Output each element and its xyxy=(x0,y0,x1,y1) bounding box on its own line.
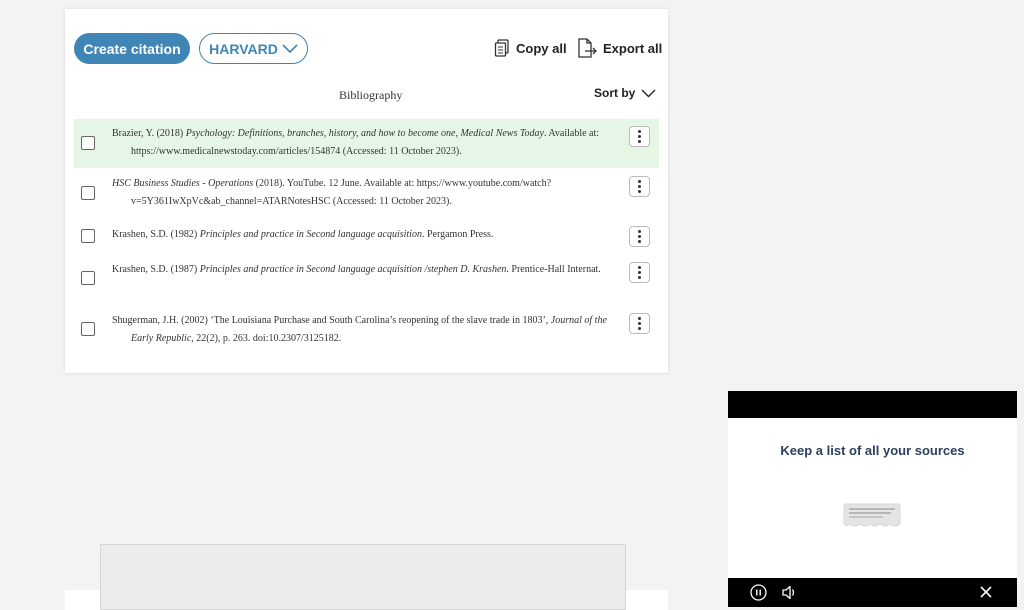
citation-menu-button[interactable] xyxy=(629,313,650,334)
citation-checkbox[interactable] xyxy=(81,322,95,336)
chevron-down-icon xyxy=(641,89,656,97)
copy-all-button[interactable]: Copy all xyxy=(494,37,567,59)
chevron-down-icon xyxy=(282,43,298,53)
citation-text: HSC Business Studies - Operations (2018)… xyxy=(112,178,552,207)
citation-checkbox[interactable] xyxy=(81,229,95,243)
bibliography-card: Create citation HARVARD Copy all Export … xyxy=(65,9,668,373)
citation-menu-button[interactable] xyxy=(629,262,650,283)
citation-menu-button[interactable] xyxy=(629,176,650,197)
citation-checkbox[interactable] xyxy=(81,136,95,150)
citation-row[interactable]: Brazier, Y. (2018) Psychology: Definitio… xyxy=(74,119,659,168)
kebab-menu-icon xyxy=(638,180,641,183)
citation-list: Brazier, Y. (2018) Psychology: Definitio… xyxy=(74,119,659,356)
sort-by-label: Sort by xyxy=(594,86,636,100)
citation-checkbox[interactable] xyxy=(81,186,95,200)
ad-placeholder xyxy=(100,544,626,610)
speaker-icon[interactable] xyxy=(781,584,798,601)
citation-text: Brazier, Y. (2018) Psychology: Definitio… xyxy=(112,128,600,157)
video-heading: Keep a list of all your sources xyxy=(780,443,965,458)
kebab-menu-icon xyxy=(638,130,641,133)
citation-style-label: HARVARD xyxy=(209,40,278,57)
copy-icon xyxy=(494,39,509,57)
citation-row[interactable]: Shugerman, J.H. (2002) ‘The Louisiana Pu… xyxy=(74,306,659,356)
citation-style-dropdown[interactable]: HARVARD xyxy=(199,33,308,64)
export-icon xyxy=(578,38,597,58)
kebab-menu-icon xyxy=(638,266,641,269)
citation-text: Shugerman, J.H. (2002) ‘The Louisiana Pu… xyxy=(112,315,607,344)
close-icon[interactable] xyxy=(978,584,994,600)
document-illustration-icon xyxy=(843,503,901,527)
kebab-menu-icon xyxy=(638,230,641,233)
export-all-label: Export all xyxy=(603,40,663,56)
citation-menu-button[interactable] xyxy=(629,126,650,147)
kebab-menu-icon xyxy=(638,317,641,320)
pause-icon[interactable] xyxy=(750,584,767,601)
citation-row[interactable]: HSC Business Studies - Operations (2018)… xyxy=(74,168,659,218)
citation-checkbox[interactable] xyxy=(81,271,95,285)
citation-text: Krashen, S.D. (1982) Principles and prac… xyxy=(112,229,494,240)
citation-text: Krashen, S.D. (1987) Principles and prac… xyxy=(112,264,601,275)
video-letterbox xyxy=(728,391,1017,418)
citation-menu-button[interactable] xyxy=(629,226,650,247)
citation-toolbar: Create citation HARVARD Copy all Export … xyxy=(65,9,668,87)
video-player[interactable]: Keep a list of all your sources xyxy=(728,391,1017,607)
bibliography-title: Bibliography xyxy=(339,88,403,102)
copy-all-label: Copy all xyxy=(516,40,567,56)
export-all-button[interactable]: Export all xyxy=(577,37,662,59)
create-citation-button[interactable]: Create citation xyxy=(74,33,190,64)
sort-by-dropdown[interactable]: Sort by xyxy=(594,86,656,100)
citation-row[interactable]: Krashen, S.D. (1982) Principles and prac… xyxy=(74,218,659,254)
video-controls xyxy=(728,578,1017,607)
citation-row[interactable]: Krashen, S.D. (1987) Principles and prac… xyxy=(74,254,659,306)
